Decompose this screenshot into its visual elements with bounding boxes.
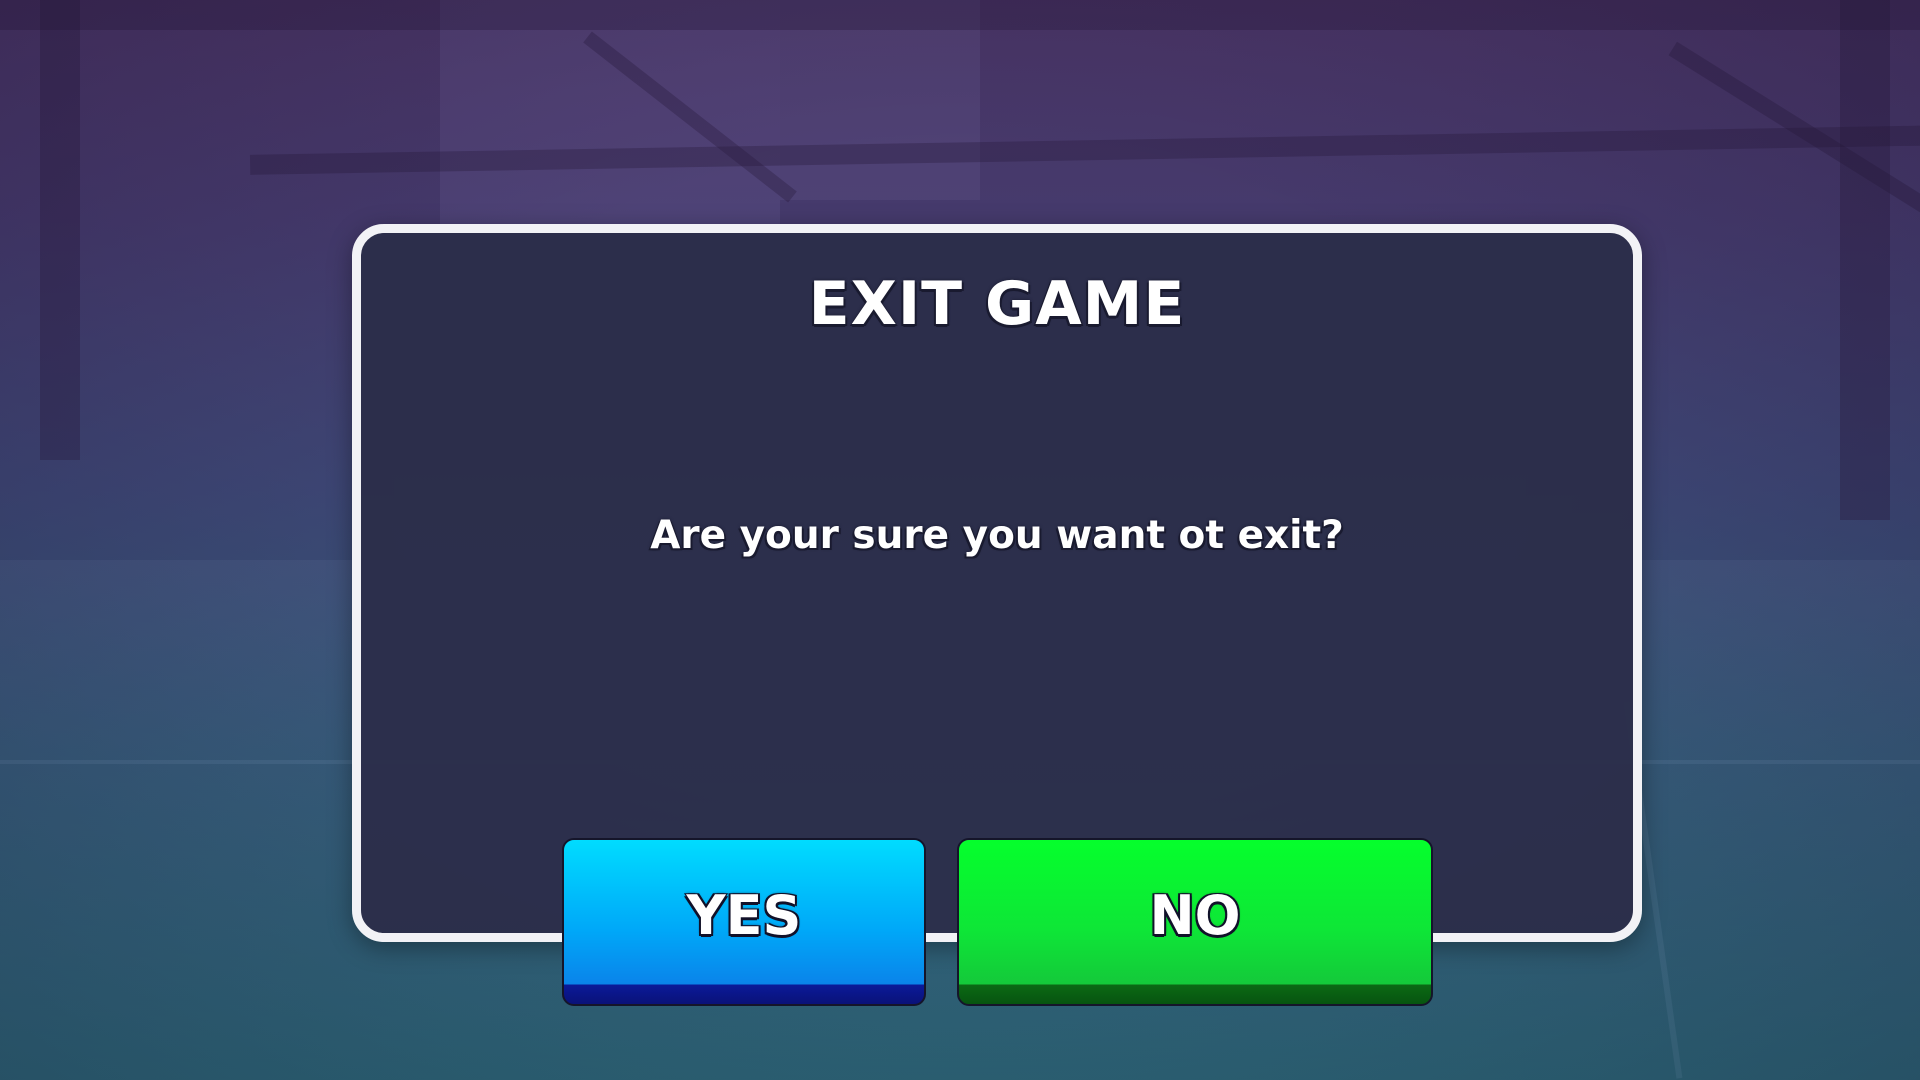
dialog-title: EXIT GAME [808,269,1186,339]
yes-button-label: YES [686,883,802,947]
no-button-label: NO [1149,883,1241,947]
yes-button[interactable]: YES [562,838,926,1006]
dialog-message: Are your sure you want ot exit? [650,513,1344,558]
no-button[interactable]: NO [957,838,1433,1006]
exit-game-dialog: EXIT GAME Are your sure you want ot exit… [352,224,1642,942]
